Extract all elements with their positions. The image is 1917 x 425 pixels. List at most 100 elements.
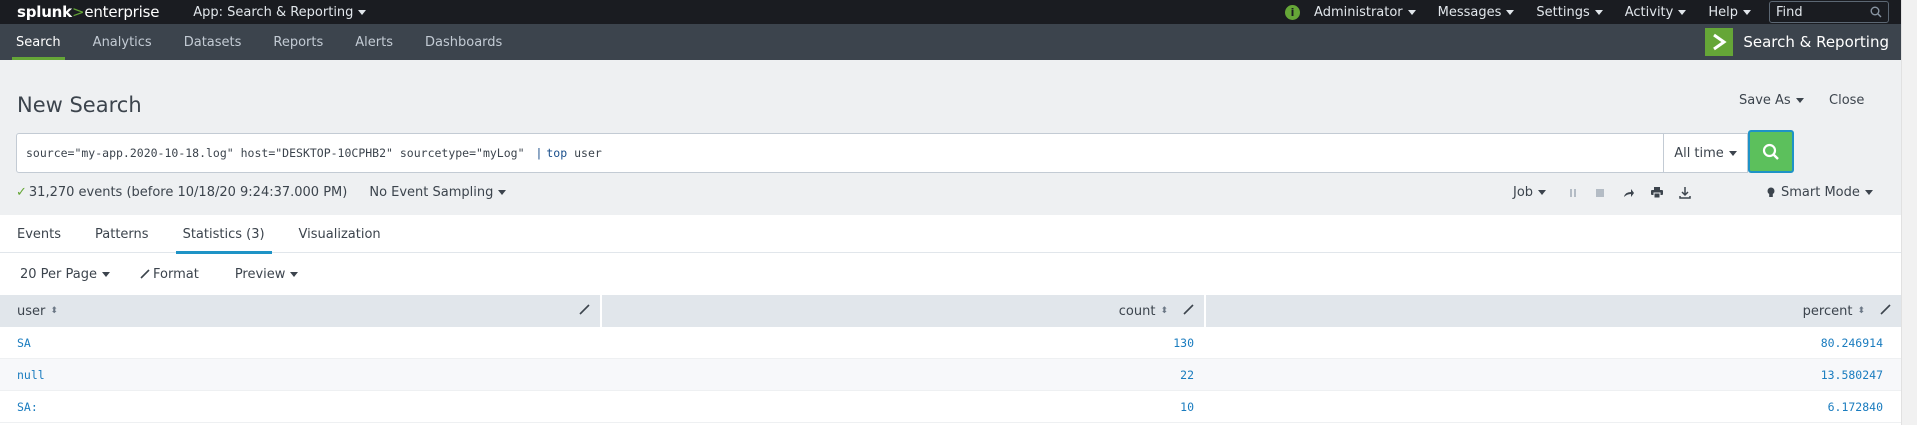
tab-statistics[interactable]: Statistics (3) (166, 215, 282, 254)
pause-icon[interactable] (1568, 188, 1578, 198)
menu-activity[interactable]: Activity (1625, 5, 1687, 20)
app-title[interactable]: Search & Reporting (1705, 27, 1889, 57)
caret-down-icon (1678, 9, 1687, 15)
table-row: SA: 10 6.172840 (0, 391, 1901, 423)
vertical-scrollbar[interactable] (1901, 0, 1917, 425)
caret-down-icon (358, 9, 367, 15)
search-mode-dropdown[interactable]: Smart Mode (1766, 185, 1873, 200)
statistics-table: user ⬍ count ⬍ percent ⬍ SA 130 80.246914 n… (0, 295, 1901, 423)
top-bar: splunk>enterprise App: Search & Reportin… (0, 0, 1901, 24)
cell-percent[interactable]: 80.246914 (1206, 327, 1901, 359)
tab-visualization[interactable]: Visualization (282, 215, 398, 253)
preview-dropdown[interactable]: Preview (235, 267, 299, 282)
pencil-icon[interactable] (1183, 304, 1194, 315)
menu-messages[interactable]: Messages (1438, 5, 1515, 20)
close-button[interactable]: Close (1829, 93, 1864, 108)
search-status: ✓ 31,270 events (before 10/18/20 9:24:37… (16, 185, 507, 200)
export-icon[interactable] (1679, 186, 1691, 199)
find-input[interactable] (1776, 4, 1871, 20)
menu-label: Help (1708, 4, 1738, 20)
nav-analytics[interactable]: Analytics (77, 24, 168, 60)
logo-subtext: enterprise (84, 3, 160, 21)
save-as-label: Save As (1739, 93, 1791, 108)
app-menu-label: App: Search & Reporting (193, 4, 354, 20)
pencil-icon (140, 269, 150, 279)
cell-percent[interactable]: 13.580247 (1206, 359, 1901, 391)
cell-user[interactable]: SA (0, 327, 602, 359)
splunk-logo[interactable]: splunk>enterprise (17, 3, 159, 21)
table-row: SA 130 80.246914 (0, 327, 1901, 359)
app-menu[interactable]: App: Search & Reporting (193, 4, 367, 20)
nav-alerts[interactable]: Alerts (339, 24, 409, 60)
search-query-input[interactable]: source="my-app.2020-10-18.log" host="DES… (17, 146, 1663, 160)
search-icon[interactable] (1870, 6, 1882, 18)
search-mode-label: Smart Mode (1781, 185, 1860, 200)
nav-datasets[interactable]: Datasets (168, 24, 258, 60)
table-header: user ⬍ count ⬍ percent ⬍ (0, 295, 1901, 327)
caret-down-icon (498, 190, 507, 195)
app-logo-icon (1705, 28, 1734, 56)
caret-down-icon (1506, 9, 1515, 15)
pencil-icon[interactable] (579, 304, 590, 315)
menu-label: Administrator (1314, 4, 1403, 20)
preview-label: Preview (234, 266, 286, 282)
caret-down-icon (1728, 150, 1737, 156)
tab-events[interactable]: Events (0, 215, 78, 253)
caret-down-icon (102, 271, 110, 277)
share-icon[interactable] (1623, 188, 1635, 198)
tab-patterns[interactable]: Patterns (78, 215, 166, 253)
cell-percent[interactable]: 6.172840 (1206, 391, 1901, 423)
column-header-percent[interactable]: percent ⬍ (1206, 295, 1901, 327)
nav-dashboards[interactable]: Dashboards (409, 24, 518, 60)
query-text: source="my-app.2020-10-18.log" host="DES… (26, 146, 525, 160)
cell-count[interactable]: 22 (602, 359, 1206, 391)
cell-user[interactable]: SA: (0, 391, 602, 423)
cell-count[interactable]: 130 (602, 327, 1206, 359)
menu-administrator[interactable]: Administrator (1314, 5, 1416, 20)
table-row: null 22 13.580247 (0, 359, 1901, 391)
app-nav-bar: Search Analytics Datasets Reports Alerts… (0, 24, 1901, 60)
app-title-label: Search & Reporting (1743, 33, 1889, 51)
query-command: top (546, 146, 568, 160)
per-page-label: 20 Per Page (20, 266, 97, 282)
column-header-user[interactable]: user ⬍ (0, 295, 602, 327)
menu-label: Activity (1624, 4, 1674, 20)
events-count: 31,270 events (before 10/18/20 9:24:37.0… (28, 185, 348, 200)
search-icon (1762, 143, 1779, 160)
caret-down-icon (1795, 98, 1804, 103)
nav-search[interactable]: Search (0, 24, 77, 60)
event-sampling-dropdown[interactable]: No Event Sampling (369, 185, 507, 200)
menu-label: Settings (1536, 4, 1590, 20)
query-args: user (574, 146, 602, 160)
job-label: Job (1513, 185, 1534, 200)
top-right-menus: i Administrator Messages Settings Activi… (1285, 0, 1889, 24)
menu-label: Messages (1437, 4, 1502, 20)
column-label: user (17, 303, 46, 319)
cell-count[interactable]: 10 (602, 391, 1206, 423)
caret-down-icon (1407, 9, 1416, 15)
print-icon[interactable] (1651, 187, 1664, 198)
search-header: New Search Save As Close source="my-app.… (0, 60, 1901, 215)
format-button[interactable]: Format (140, 267, 199, 282)
caret-down-icon (1538, 190, 1547, 195)
time-range-label: All time (1674, 145, 1724, 161)
pencil-icon[interactable] (1880, 304, 1891, 315)
cell-user[interactable]: null (0, 359, 602, 391)
menu-help[interactable]: Help (1708, 5, 1751, 20)
lightbulb-icon (1767, 187, 1775, 197)
info-icon[interactable]: i (1285, 4, 1301, 20)
results-toolbar: 20 Per Page Format Preview (0, 254, 1901, 294)
run-search-button[interactable] (1748, 130, 1794, 173)
per-page-dropdown[interactable]: 20 Per Page (20, 267, 110, 282)
find-box (1769, 1, 1889, 23)
save-as-button[interactable]: Save As (1739, 93, 1804, 108)
column-label: percent (1802, 303, 1853, 319)
menu-settings[interactable]: Settings (1536, 4, 1603, 20)
stop-icon[interactable] (1595, 188, 1605, 198)
job-menu[interactable]: Job (1513, 185, 1547, 200)
search-bar[interactable]: source="my-app.2020-10-18.log" host="DES… (16, 133, 1748, 173)
nav-reports[interactable]: Reports (257, 24, 339, 60)
column-label: count (1118, 303, 1156, 319)
column-header-count[interactable]: count ⬍ (602, 295, 1206, 327)
time-range-picker[interactable]: All time (1663, 134, 1747, 172)
